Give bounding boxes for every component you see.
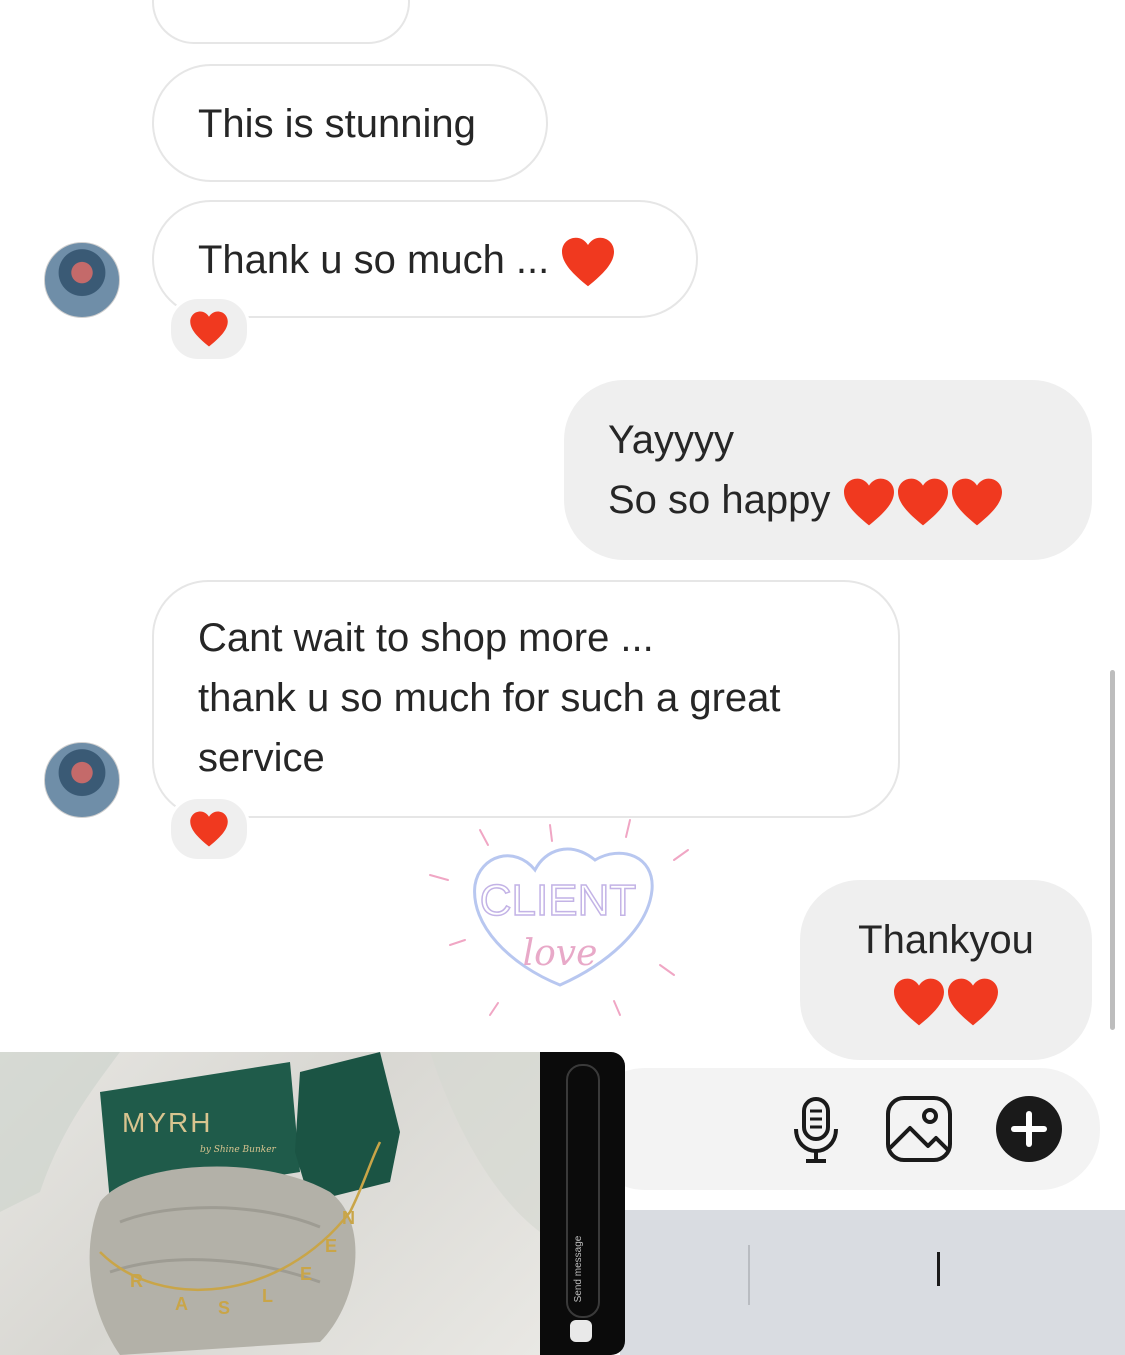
heart-icon (951, 479, 1002, 526)
heart-icon (897, 479, 948, 526)
necklace-letter: R (130, 1271, 143, 1291)
message-hearts (800, 970, 1092, 1030)
suggestion-divider (748, 1245, 750, 1305)
story-brand: MYRH (122, 1107, 212, 1138)
reaction-badge[interactable] (168, 796, 250, 862)
story-image: MYRH by Shine Bunker R A S L E E N (0, 1052, 540, 1355)
scrollbar[interactable] (1110, 670, 1115, 1030)
plus-icon[interactable] (994, 1094, 1064, 1164)
story-brand-sub: by Shine Bunker (200, 1145, 277, 1155)
story-sidebar: Send message (540, 1052, 625, 1355)
necklace-letter: N (342, 1208, 355, 1228)
reaction-badge[interactable] (168, 296, 250, 362)
message-bubble[interactable]: This is stunning (152, 64, 548, 182)
story-send-label: Send message (573, 1235, 584, 1303)
gallery-icon[interactable] (884, 1094, 954, 1164)
heart-icon (948, 979, 998, 1026)
message-text: Thankyou (858, 918, 1034, 962)
story-preview[interactable]: MYRH by Shine Bunker R A S L E E N (0, 1052, 540, 1355)
avatar[interactable] (44, 742, 120, 818)
heart-icon (894, 979, 944, 1026)
heart-icon (562, 238, 615, 287)
client-love-sticker: CLIENT love (429, 819, 689, 1016)
message-text-line: So so happy (608, 470, 1048, 530)
message-text-line: Cant wait to shop more ... (198, 616, 654, 660)
avatar[interactable] (44, 242, 120, 318)
message-bubble-outgoing[interactable]: Thankyou (800, 880, 1092, 1060)
message-text-line: Yayyyy (608, 418, 734, 462)
message-text-content: So so happy (608, 478, 831, 522)
sticker-subtitle: love (523, 933, 598, 974)
message-text-line: thank u so much for such a great (198, 676, 781, 720)
microphone-icon[interactable] (790, 1095, 842, 1165)
necklace-letter: E (325, 1236, 337, 1256)
necklace-letter: S (218, 1298, 230, 1318)
message-bubble-outgoing[interactable]: Yayyyy So so happy (564, 380, 1092, 560)
heart-icon (843, 479, 894, 526)
message-bubble-partial[interactable] (152, 0, 410, 44)
message-text-line: service (198, 736, 325, 780)
necklace-letter: L (262, 1286, 273, 1306)
heart-icon (190, 811, 228, 847)
message-bubble[interactable]: Cant wait to shop more ... thank u so mu… (152, 580, 900, 818)
sticker-title: CLIENT (480, 876, 636, 925)
text-cursor (937, 1252, 940, 1286)
necklace-letter: E (300, 1264, 312, 1284)
message-text: This is stunning (198, 102, 476, 146)
keyboard-suggestion-bar (620, 1210, 1125, 1355)
heart-icon (190, 311, 228, 347)
message-text-content: Thank u so much ... (198, 238, 550, 282)
message-text: Thank u so much ... (198, 230, 652, 290)
necklace-letter: A (175, 1294, 188, 1314)
camera-icon[interactable] (570, 1320, 592, 1342)
